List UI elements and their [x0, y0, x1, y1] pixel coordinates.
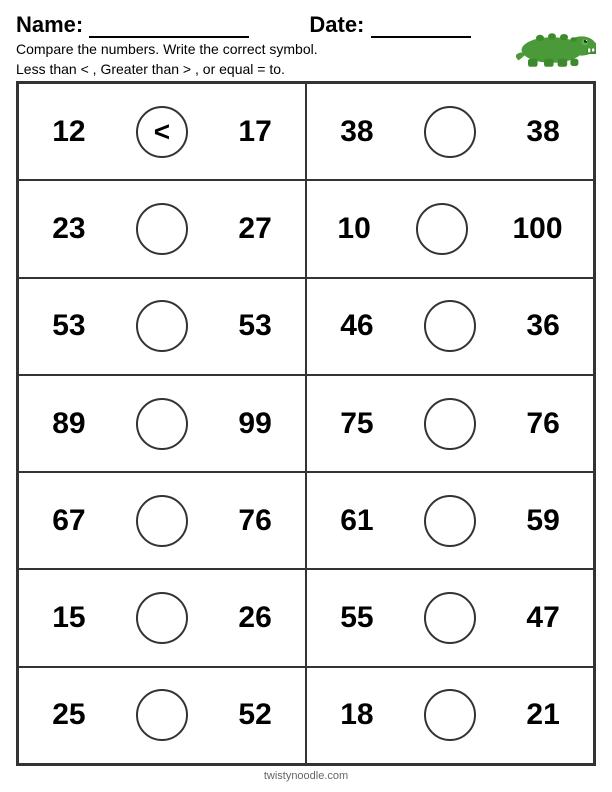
footer: twistynoodle.com [16, 766, 596, 784]
symbol-circle[interactable] [424, 106, 476, 158]
number-left: 75 [340, 407, 373, 441]
number-right: 100 [512, 212, 562, 246]
cell-row3-left: 53 53 [18, 278, 306, 375]
symbol-circle[interactable] [424, 398, 476, 450]
number-right: 26 [238, 601, 271, 635]
number-left: 61 [340, 504, 373, 538]
symbol-circle[interactable] [136, 592, 188, 644]
number-left: 10 [337, 212, 370, 246]
number-left: 18 [340, 698, 373, 732]
date-label: Date: [309, 12, 470, 38]
number-left: 55 [340, 601, 373, 635]
cell-row6-left: 1526 [18, 569, 306, 666]
comparison-grid: 12 <17 38 38 23 27 10 100 53 53 46 36 89 99 75 76 67 76 61… [16, 81, 596, 766]
cell-row2-right: 10 100 [306, 180, 594, 277]
number-left: 46 [340, 309, 373, 343]
number-left: 12 [52, 115, 85, 149]
cell-row2-left: 23 27 [18, 180, 306, 277]
symbol-circle[interactable]: < [136, 106, 188, 158]
number-right: 76 [526, 407, 559, 441]
cell-row3-right: 46 36 [306, 278, 594, 375]
cell-row7-left: 25 52 [18, 667, 306, 764]
name-label: Name: [16, 12, 249, 38]
number-right: 38 [526, 115, 559, 149]
number-right: 36 [526, 309, 559, 343]
header: Name: Date: Compare the numbers. Write t… [16, 12, 596, 79]
number-right: 17 [238, 115, 271, 149]
number-right: 59 [526, 504, 559, 538]
cell-row4-left: 89 99 [18, 375, 306, 472]
number-right: 27 [238, 212, 271, 246]
symbol-circle[interactable] [136, 495, 188, 547]
symbol-circle[interactable] [416, 203, 468, 255]
date-field[interactable] [371, 16, 471, 38]
number-right: 21 [526, 698, 559, 732]
name-field[interactable] [89, 16, 249, 38]
cell-row7-right: 1821 [306, 667, 594, 764]
symbol-circle[interactable] [424, 689, 476, 741]
cell-row1-right: 38 38 [306, 83, 594, 180]
number-right: 99 [238, 407, 271, 441]
symbol-circle[interactable] [424, 300, 476, 352]
number-right: 47 [526, 601, 559, 635]
symbol-circle[interactable] [136, 398, 188, 450]
symbol-circle[interactable] [136, 203, 188, 255]
number-left: 23 [52, 212, 85, 246]
number-left: 89 [52, 407, 85, 441]
number-left: 15 [52, 601, 85, 635]
symbol-circle[interactable] [136, 689, 188, 741]
number-left: 25 [52, 698, 85, 732]
number-right: 53 [238, 309, 271, 343]
symbol-circle[interactable] [424, 592, 476, 644]
number-left: 53 [52, 309, 85, 343]
cell-row6-right: 55 47 [306, 569, 594, 666]
cell-row5-right: 61 59 [306, 472, 594, 569]
header-left: Name: Date: Compare the numbers. Write t… [16, 12, 471, 79]
name-date-row: Name: Date: [16, 12, 471, 38]
symbol-circle[interactable] [424, 495, 476, 547]
symbol-circle[interactable] [136, 300, 188, 352]
number-left: 67 [52, 504, 85, 538]
number-right: 76 [238, 504, 271, 538]
alligator-image [516, 12, 596, 72]
cell-row1-left: 12 <17 [18, 83, 306, 180]
number-right: 52 [238, 698, 271, 732]
number-left: 38 [340, 115, 373, 149]
cell-row4-right: 75 76 [306, 375, 594, 472]
cell-row5-left: 67 76 [18, 472, 306, 569]
instructions: Compare the numbers. Write the correct s… [16, 40, 471, 79]
page: Name: Date: Compare the numbers. Write t… [0, 0, 612, 792]
